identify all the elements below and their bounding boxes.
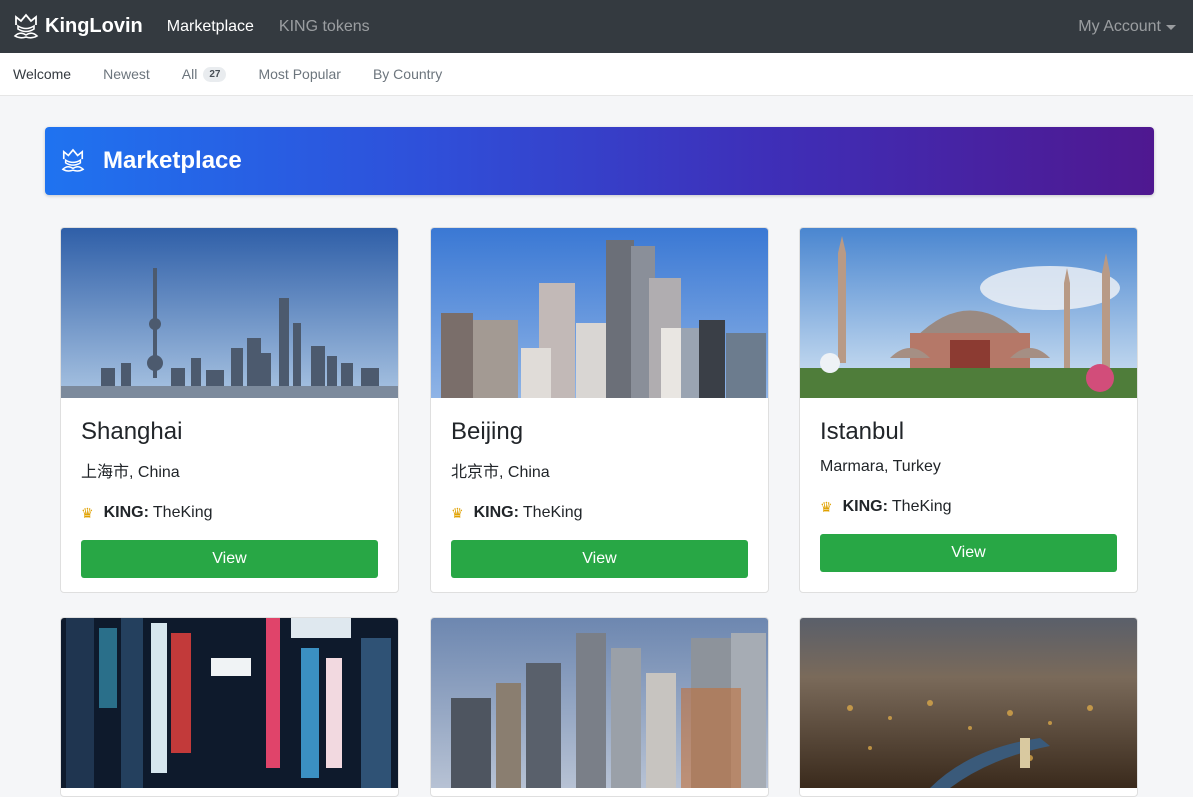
- king-label: KING:: [842, 498, 888, 515]
- marketplace-banner: Marketplace: [45, 127, 1154, 195]
- nav-king-tokens[interactable]: KING tokens: [279, 18, 370, 36]
- city-card-beijing: Beijing 北京市, China ♛ KING: TheKing View: [430, 227, 769, 593]
- city-card-tokyo-night: [60, 617, 399, 797]
- crown-icon: ♛: [81, 504, 94, 521]
- king-label: KING:: [103, 504, 149, 521]
- view-button[interactable]: View: [451, 540, 748, 578]
- caret-down-icon: [1166, 25, 1176, 30]
- king-name: TheKing: [891, 498, 952, 515]
- city-card-istanbul: Istanbul Marmara, Turkey ♛ KING: TheKing…: [799, 227, 1138, 593]
- city-name: Shanghai: [81, 418, 183, 445]
- king-name: TheKing: [152, 504, 213, 521]
- subnav-newest[interactable]: Newest: [103, 66, 150, 82]
- crown-icon: ♛: [820, 498, 833, 515]
- subnav-all[interactable]: All 27: [182, 66, 227, 82]
- subnav-by-country[interactable]: By Country: [373, 66, 442, 82]
- king-info: ♛ KING: TheKing: [81, 504, 378, 522]
- city-name: Istanbul: [820, 418, 905, 445]
- crown-logo-icon: [13, 13, 39, 39]
- crown-icon: ♛: [451, 504, 464, 521]
- hagia-sophia-photo[interactable]: [800, 228, 1137, 398]
- beijing-skyline-photo[interactable]: [431, 228, 768, 398]
- tokyo-street-night-photo[interactable]: [61, 618, 398, 788]
- view-button[interactable]: View: [81, 540, 378, 578]
- shanghai-skyline-photo[interactable]: [61, 228, 398, 398]
- subnav-welcome[interactable]: Welcome: [13, 66, 71, 82]
- subnav-most-popular[interactable]: Most Popular: [258, 66, 340, 82]
- brand-link[interactable]: KingLovin: [13, 12, 143, 42]
- page-title: Marketplace: [103, 147, 242, 174]
- city-region: Marmara, Turkey: [820, 458, 941, 475]
- city-region: 北京市, China: [451, 464, 550, 481]
- city-card-shanghai: Shanghai 上海市, China ♛ KING: TheKing View: [60, 227, 399, 593]
- king-info: ♛ KING: TheKing: [451, 504, 748, 522]
- king-label: KING:: [473, 504, 519, 521]
- crown-logo-icon: [61, 148, 85, 172]
- city-region: 上海市, China: [81, 464, 180, 481]
- my-account-label: My Account: [1078, 17, 1161, 35]
- king-name: TheKing: [522, 504, 583, 521]
- brand-name: KingLovin: [45, 15, 143, 37]
- king-info: ♛ KING: TheKing: [820, 498, 1117, 516]
- sub-navbar: Welcome Newest All 27 Most Popular By Co…: [0, 53, 1193, 96]
- nav-marketplace[interactable]: Marketplace: [167, 18, 254, 36]
- top-navbar: KingLovin Marketplace KING tokens My Acc…: [0, 0, 1193, 53]
- all-count-badge: 27: [203, 66, 227, 82]
- view-button[interactable]: View: [820, 534, 1117, 572]
- moscow-aerial-night-photo[interactable]: [800, 618, 1137, 788]
- subnav-all-label: All: [181, 66, 198, 82]
- city-evening-skyline-photo[interactable]: [431, 618, 768, 788]
- my-account-dropdown[interactable]: My Account: [1078, 18, 1176, 36]
- city-card-city-evening: [430, 617, 769, 797]
- city-name: Beijing: [451, 418, 524, 445]
- city-card-aerial-night: [799, 617, 1138, 797]
